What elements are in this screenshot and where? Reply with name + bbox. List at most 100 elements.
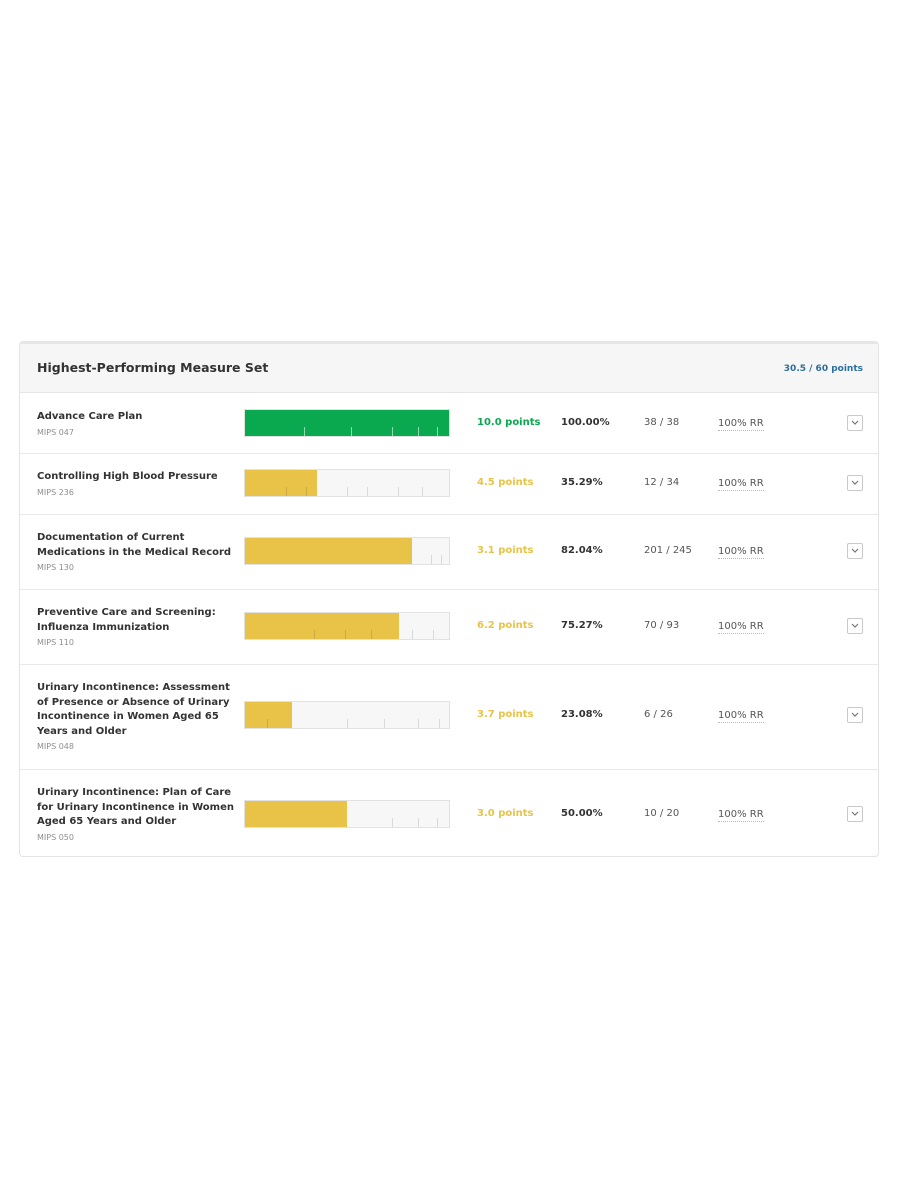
chevron-down-icon xyxy=(851,548,859,553)
benchmark-tick xyxy=(412,630,414,639)
measure-code: MIPS 130 xyxy=(37,563,74,572)
measure-row: Controlling High Blood Pressure MIPS 236 4… xyxy=(20,454,878,515)
measure-row: Advance Care Plan MIPS 047 10.0 points 100.… xyxy=(20,393,878,454)
measure-ratio: 38 / 38 xyxy=(644,417,680,428)
measure-name: Urinary Incontinence: Assessment of Pres… xyxy=(37,681,237,752)
measure-points: 6.2 points xyxy=(477,620,534,631)
panel-title: Highest-Performing Measure Set xyxy=(37,360,269,375)
measure-name: Urinary Incontinence: Plan of Care for U… xyxy=(37,786,237,843)
reporting-rate-link[interactable]: 100% RR xyxy=(718,417,764,431)
measure-name: Documentation of Current Medications in … xyxy=(37,531,237,573)
measure-code: MIPS 236 xyxy=(37,487,74,497)
expand-row-button[interactable] xyxy=(847,806,863,822)
benchmark-tick xyxy=(267,719,269,728)
benchmark-tick xyxy=(436,818,438,827)
reporting-rate-link[interactable]: 100% RR xyxy=(718,808,764,822)
measure-name: Preventive Care and Screening: Influenza… xyxy=(37,606,237,648)
measure-row: Preventive Care and Screening: Influenza… xyxy=(20,590,878,665)
measure-percent: 82.04% xyxy=(561,545,603,556)
measure-row: Urinary Incontinence: Assessment of Pres… xyxy=(20,665,878,770)
benchmark-tick xyxy=(314,630,316,639)
expand-row-button[interactable] xyxy=(847,618,863,634)
measure-code: MIPS 047 xyxy=(37,427,74,437)
benchmark-tick xyxy=(383,719,385,728)
measure-name-text: Advance Care Plan xyxy=(37,411,143,422)
benchmark-tick xyxy=(430,555,432,564)
measure-percent: 35.29% xyxy=(561,477,603,488)
expand-row-button[interactable] xyxy=(847,415,863,431)
chevron-down-icon xyxy=(851,811,859,816)
measure-code: MIPS 110 xyxy=(37,638,74,647)
benchmark-tick xyxy=(371,630,373,639)
benchmark-tick xyxy=(440,555,442,564)
reporting-rate-link[interactable]: 100% RR xyxy=(718,709,764,723)
reporting-rate-link[interactable]: 100% RR xyxy=(718,545,764,559)
benchmark-tick xyxy=(351,427,353,436)
measure-points: 3.0 points xyxy=(477,808,534,819)
benchmark-tick xyxy=(438,719,440,728)
measure-ratio: 70 / 93 xyxy=(644,620,680,631)
measure-percent: 100.00% xyxy=(561,417,610,428)
measure-ratio: 6 / 26 xyxy=(644,709,673,720)
measure-percent: 23.08% xyxy=(561,709,603,720)
benchmark-tick xyxy=(304,427,306,436)
measure-percent: 75.27% xyxy=(561,620,603,631)
measure-name-text: Documentation of Current Medications in … xyxy=(37,532,232,558)
benchmark-tick xyxy=(422,487,424,496)
measure-points: 3.1 points xyxy=(477,545,534,556)
performance-bar-fill xyxy=(245,613,399,639)
measure-name-text: Preventive Care and Screening: Influenza… xyxy=(37,607,216,633)
measure-name-text: Urinary Incontinence: Assessment of Pres… xyxy=(37,682,230,737)
performance-bar-fill xyxy=(245,702,293,728)
performance-bar-fill xyxy=(245,538,413,564)
performance-bar xyxy=(244,800,450,828)
benchmark-tick xyxy=(306,487,308,496)
measure-name: Controlling High Blood Pressure MIPS 236 xyxy=(37,470,237,498)
expand-row-button[interactable] xyxy=(847,707,863,723)
expand-row-button[interactable] xyxy=(847,543,863,559)
chevron-down-icon xyxy=(851,420,859,425)
measure-code: MIPS 050 xyxy=(37,832,74,842)
benchmark-tick xyxy=(391,818,393,827)
performance-bar xyxy=(244,469,450,497)
measure-name: Advance Care Plan MIPS 047 xyxy=(37,410,237,438)
performance-bar xyxy=(244,612,450,640)
benchmark-tick xyxy=(367,487,369,496)
reporting-rate-link[interactable]: 100% RR xyxy=(718,477,764,491)
measure-points: 4.5 points xyxy=(477,477,534,488)
benchmark-tick xyxy=(347,719,348,728)
expand-row-button[interactable] xyxy=(847,475,863,491)
chevron-down-icon xyxy=(851,712,859,717)
benchmark-tick xyxy=(391,427,393,436)
measure-points: 3.7 points xyxy=(477,709,534,720)
measure-row: Documentation of Current Medications in … xyxy=(20,515,878,590)
benchmark-tick xyxy=(285,487,287,496)
measure-name-text: Urinary Incontinence: Plan of Care for U… xyxy=(37,787,234,827)
performance-bar xyxy=(244,701,450,729)
chevron-down-icon xyxy=(851,623,859,628)
reporting-rate-link[interactable]: 100% RR xyxy=(718,620,764,634)
measure-percent: 50.00% xyxy=(561,808,603,819)
measure-points: 10.0 points xyxy=(477,417,541,428)
chevron-down-icon xyxy=(851,480,859,485)
benchmark-tick xyxy=(398,487,399,496)
performance-bar-fill xyxy=(245,801,347,827)
measure-set-panel: Highest-Performing Measure Set 30.5 / 60… xyxy=(19,341,879,857)
benchmark-tick xyxy=(432,630,434,639)
measure-ratio: 10 / 20 xyxy=(644,808,680,819)
benchmark-tick xyxy=(347,487,348,496)
panel-total-points: 30.5 / 60 points xyxy=(783,364,863,374)
measure-row: Urinary Incontinence: Plan of Care for U… xyxy=(20,770,878,856)
benchmark-tick xyxy=(418,427,420,436)
benchmark-tick xyxy=(344,630,346,639)
benchmark-tick xyxy=(418,818,420,827)
measure-ratio: 201 / 245 xyxy=(644,545,692,556)
measure-ratio: 12 / 34 xyxy=(644,477,680,488)
performance-bar xyxy=(244,409,450,437)
measure-code: MIPS 048 xyxy=(37,742,74,751)
benchmark-tick xyxy=(418,719,420,728)
panel-header: Highest-Performing Measure Set 30.5 / 60… xyxy=(20,344,878,393)
performance-bar xyxy=(244,537,450,565)
benchmark-tick xyxy=(436,427,438,436)
measure-name-text: Controlling High Blood Pressure xyxy=(37,471,218,482)
